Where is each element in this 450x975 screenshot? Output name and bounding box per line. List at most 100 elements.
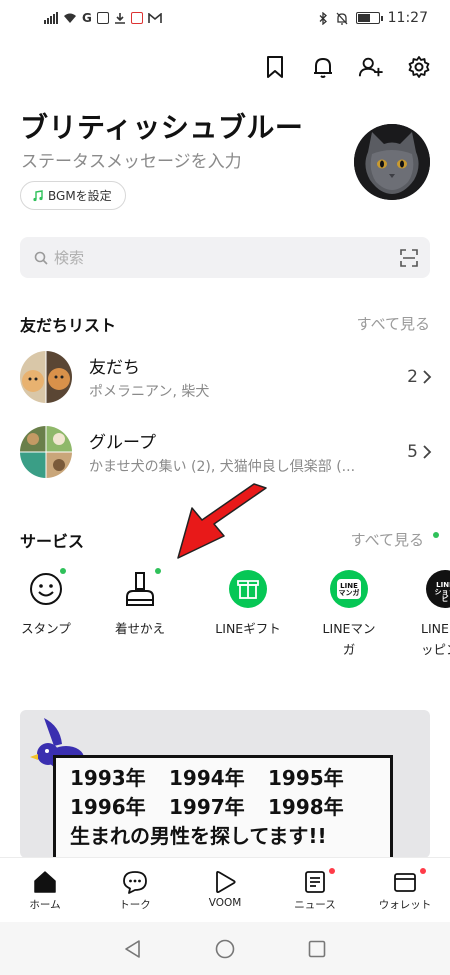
wallet-badge (420, 868, 426, 874)
services-new-dot (433, 532, 439, 538)
bottom-nav: ホーム トーク VOOM ニュース ウォレット (0, 857, 450, 922)
service-theme-label: 着せかえ (114, 621, 165, 636)
groups-row[interactable]: グループ かませ犬の集い (2), 犬猫仲良し倶楽部 (... 5 (20, 424, 432, 480)
service-line-manga-label: LINEマンガ (322, 621, 376, 657)
banner-year: 1995年 (268, 766, 344, 790)
chat-icon (123, 871, 147, 894)
services-see-all-link[interactable]: すべて見る (351, 529, 424, 550)
groups-count: 5 (407, 442, 418, 462)
banner-year: 1998年 (268, 795, 344, 819)
nav-home[interactable]: ホーム (0, 858, 90, 922)
banner-years-row-1: 1993年 1994年 1995年 (70, 764, 382, 793)
bluetooth-icon (319, 11, 327, 25)
status-icons-left: G (44, 11, 162, 25)
nav-voom[interactable]: VOOM (180, 858, 270, 922)
line-manga-icon: LINE マンガ (330, 570, 368, 608)
nav-wallet-label: ウォレット (378, 899, 432, 911)
service-theme[interactable]: 着せかえ (94, 568, 186, 639)
banner-year: 1993年 (70, 766, 146, 790)
promo-banner[interactable]: 1993年 1994年 1995年 1996年 1997年 1998年 生まれの男性を探… (20, 710, 430, 858)
bookmark-button[interactable] (262, 52, 288, 82)
huawei-icon (130, 12, 143, 24)
service-line-gift[interactable]: LINEギフト (202, 570, 294, 639)
add-friend-icon (358, 57, 383, 77)
service-stamp[interactable]: スタンプ (0, 568, 92, 639)
back-icon[interactable] (123, 939, 143, 959)
banner-year: 1994年 (169, 766, 245, 790)
stamp-new-dot (60, 568, 66, 574)
network-label: G (82, 11, 92, 25)
gift-icon (229, 570, 267, 608)
home-circle-icon[interactable] (215, 939, 235, 959)
download-icon (114, 13, 125, 24)
friends-avatar (20, 351, 72, 403)
service-line-shopping[interactable]: LINEショッピ LINEショッピング (404, 570, 450, 660)
groups-collage-photo (20, 426, 72, 478)
notifications-button[interactable] (310, 52, 336, 82)
line-shopping-icon: LINEショッピ (426, 570, 450, 608)
nav-news-label: ニュース (294, 899, 336, 911)
nav-news[interactable]: ニュース (270, 858, 360, 922)
wifi-icon (64, 13, 76, 23)
bgm-label: BGMを設定 (48, 189, 112, 203)
settings-button[interactable] (406, 52, 432, 82)
groups-row-text: グループ かませ犬の集い (2), 犬猫仲良し倶楽部 (... (89, 428, 407, 476)
status-bar: G 11:27 (0, 0, 450, 36)
service-line-manga[interactable]: LINE マンガ LINEマンガ (303, 570, 395, 660)
friends-see-all-link[interactable]: すべて見る (357, 313, 430, 334)
voom-play-icon (216, 870, 236, 894)
nav-wallet[interactable]: ウォレット (360, 858, 450, 922)
add-friend-button[interactable] (358, 52, 384, 82)
mute-bell-icon (336, 12, 348, 25)
signal-icon (44, 12, 58, 24)
status-time: 11:27 (387, 10, 428, 26)
chevron-right-icon (423, 445, 432, 459)
gmail-icon (148, 12, 162, 23)
task-icon (96, 12, 109, 24)
bookmark-icon (267, 56, 283, 78)
wallet-icon (394, 873, 416, 892)
recents-icon[interactable] (307, 939, 327, 959)
friends-count: 2 (407, 367, 418, 387)
home-icon (34, 871, 56, 893)
groups-row-title: グループ (89, 433, 156, 453)
friends-row-text: 友だち ポメラニアン, 柴犬 (89, 353, 407, 401)
groups-avatar (20, 426, 72, 478)
friends-row-subtitle: ポメラニアン, 柴犬 (89, 384, 210, 400)
groups-row-subtitle: かませ犬の集い (2), 犬猫仲良し倶楽部 (... (89, 459, 356, 475)
friends-list-title: 友だちリスト (20, 316, 117, 335)
nav-talk[interactable]: トーク (90, 858, 180, 922)
nav-talk-label: トーク (119, 899, 151, 911)
gear-icon (408, 56, 430, 78)
services-title: サービス (20, 532, 85, 551)
nav-voom-label: VOOM (208, 897, 242, 909)
paintbrush-icon (121, 568, 161, 608)
search-bar[interactable]: 検索 (20, 237, 430, 278)
line-shopping-badge: LINEショッピ (434, 581, 450, 603)
search-input[interactable]: 検索 (54, 247, 400, 268)
nav-home-label: ホーム (29, 899, 61, 911)
line-manga-badge: LINE マンガ (338, 582, 360, 597)
news-badge (329, 868, 335, 874)
red-arrow-annotation (177, 483, 267, 559)
profile-name[interactable]: ブリティッシュブルー (20, 106, 303, 146)
service-line-gift-label: LINEギフト (215, 621, 281, 636)
chevron-right-icon (423, 370, 432, 384)
cat-photo (354, 124, 430, 200)
status-message-input[interactable]: ステータスメッセージを入力 (21, 147, 242, 172)
header-actions (262, 52, 432, 82)
search-icon (34, 251, 48, 265)
banner-year: 1996年 (70, 795, 146, 819)
profile-avatar[interactable] (354, 124, 430, 200)
bgm-button[interactable]: BGMを設定 (20, 181, 126, 210)
banner-board: 1993年 1994年 1995年 1996年 1997年 1998年 生まれの男性を探… (53, 755, 393, 858)
music-note-icon (33, 189, 43, 201)
service-line-shopping-label: LINEショッピング (421, 621, 450, 657)
banner-headline: 生まれの男性を探してます!! (70, 824, 327, 848)
friends-row-title: 友だち (89, 358, 140, 378)
dogs-photo (20, 351, 72, 403)
qr-scan-icon[interactable] (400, 248, 418, 267)
smiley-icon (27, 568, 66, 608)
bell-icon (314, 58, 332, 78)
friends-row[interactable]: 友だち ポメラニアン, 柴犬 2 (20, 349, 432, 405)
